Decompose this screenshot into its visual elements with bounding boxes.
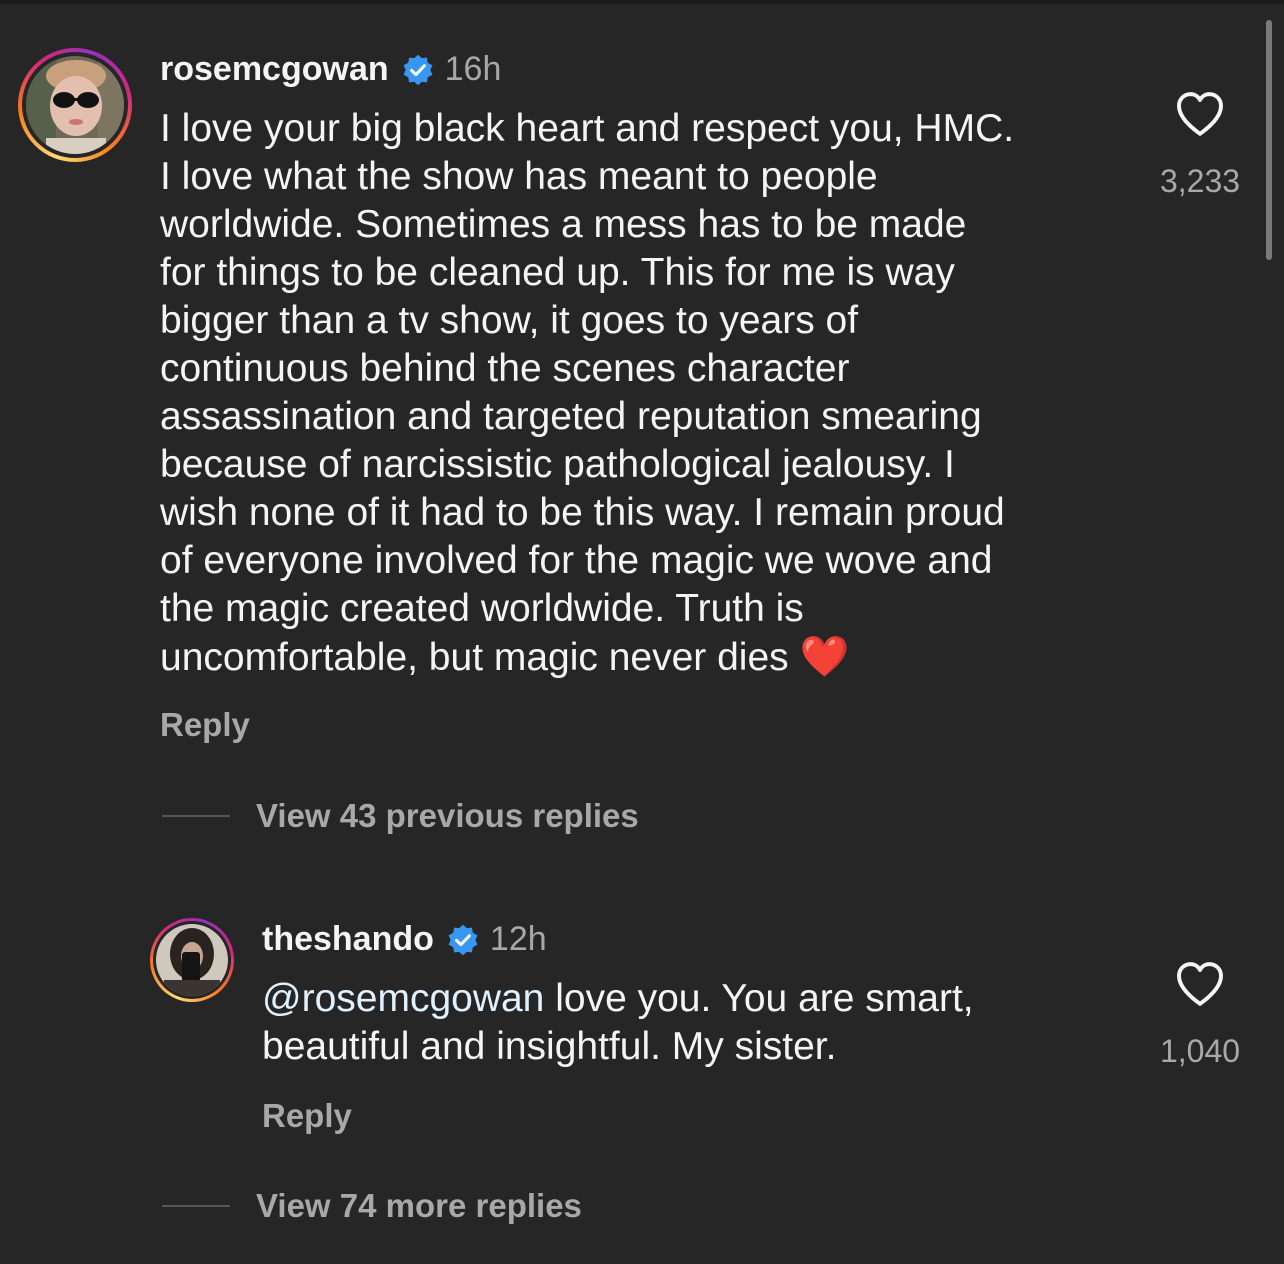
comment-username[interactable]: theshando xyxy=(262,920,434,959)
comment-line: worldwide. Sometimes a mess has to be ma… xyxy=(160,203,967,246)
top-divider xyxy=(0,0,1284,4)
comment-line: I love your big black heart and respect … xyxy=(160,107,1015,150)
view-replies-label: View 43 previous replies xyxy=(256,797,639,834)
comment-line-text: love you. You are smart, xyxy=(544,977,974,1020)
verified-badge-icon xyxy=(448,924,478,955)
view-more-replies-button[interactable]: View 74 more replies xyxy=(162,1187,582,1225)
red-heart-emoji: ❤️ xyxy=(799,635,850,679)
comment-line: beautiful and insightful. My sister. xyxy=(262,1025,837,1068)
comment-body: @rosemcgowan love you. You are smart, be… xyxy=(262,975,974,1071)
comment-line: of everyone involved for the magic we wo… xyxy=(160,539,993,582)
avatar-theshando[interactable] xyxy=(150,918,234,1002)
comment-line-text: uncomfortable, but magic never dies xyxy=(160,636,789,679)
profile-photo xyxy=(26,56,124,154)
comment-line: continuous behind the scenes character xyxy=(160,347,850,390)
profile-photo xyxy=(156,924,228,996)
comment-body: I love your big black heart and respect … xyxy=(160,105,1014,682)
comment-line: the magic created worldwide. Truth is xyxy=(160,587,804,630)
like-count: 3,233 xyxy=(1159,163,1241,199)
comment-line: because of narcissistic pathological jea… xyxy=(160,443,955,486)
divider-dash xyxy=(162,1205,230,1207)
avatar-rosemcgowan[interactable] xyxy=(18,48,132,162)
comment-timestamp: 12h xyxy=(489,920,547,958)
comment-line: for things to be cleaned up. This for me… xyxy=(160,251,955,294)
divider-dash xyxy=(162,815,230,817)
comment-line: wish none of it had to be this way. I re… xyxy=(160,491,1005,534)
comment-username[interactable]: rosemcgowan xyxy=(160,50,389,89)
mention-link[interactable]: @rosemcgowan xyxy=(262,977,544,1020)
reply-button[interactable]: Reply xyxy=(262,1097,352,1135)
scrollbar[interactable] xyxy=(1266,20,1272,260)
comment-line: @rosemcgowan love you. You are smart, xyxy=(262,975,974,1023)
comment-line: assassination and targeted reputation sm… xyxy=(160,395,982,438)
like-count: 1,040 xyxy=(1159,1033,1241,1069)
heart-outline-icon[interactable] xyxy=(1172,956,1228,1012)
verified-badge-icon xyxy=(403,54,433,85)
comment-line-last: uncomfortable, but magic never dies ❤️ xyxy=(160,633,1014,682)
heart-outline-icon[interactable] xyxy=(1172,86,1228,142)
view-previous-replies-button[interactable]: View 43 previous replies xyxy=(162,797,639,835)
comment-timestamp: 16h xyxy=(444,50,502,88)
comment-line: I love what the show has meant to people xyxy=(160,155,878,198)
reply-button[interactable]: Reply xyxy=(160,706,250,744)
comment-line: bigger than a tv show, it goes to years … xyxy=(160,299,859,342)
view-replies-label: View 74 more replies xyxy=(256,1187,582,1224)
